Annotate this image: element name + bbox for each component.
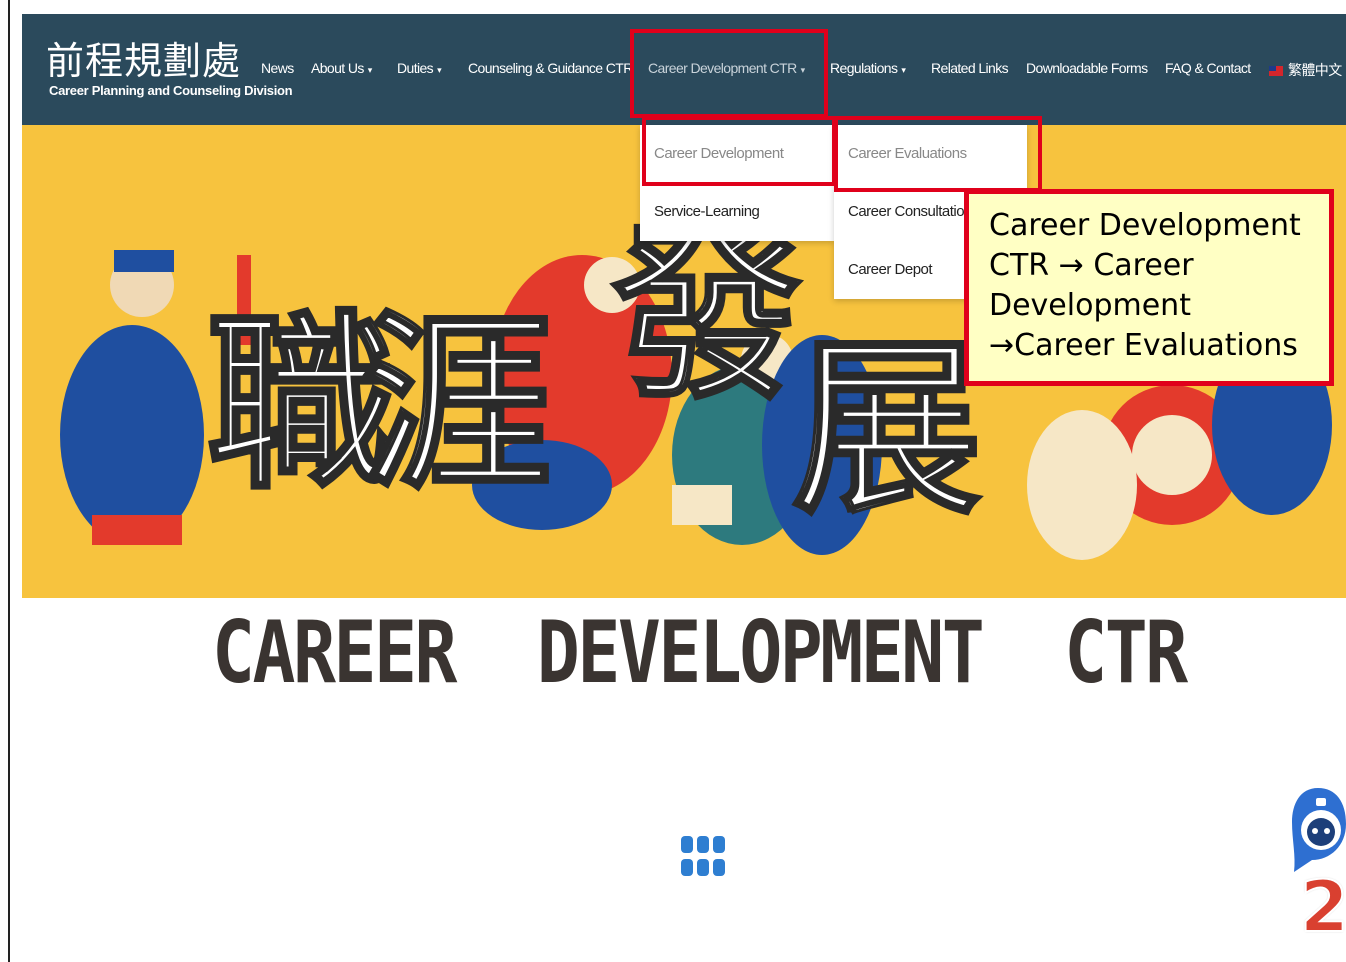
chevron-down-icon: ▾ [437,65,442,75]
nav-duties[interactable]: Duties ▾ [397,60,442,76]
highlight-career-development [642,116,836,186]
chatbot-icon[interactable] [1290,786,1346,872]
nav-about-us[interactable]: About Us ▾ [311,60,372,76]
nav-forms-label: Downloadable Forms [1026,60,1148,76]
chevron-down-icon: ▾ [901,65,906,75]
nav-news-label: News [261,60,294,76]
nav-faq-label: FAQ & Contact [1165,60,1251,76]
nav-about-label: About Us [311,60,364,76]
page-border [8,0,10,962]
grid-menu-icon[interactable] [681,836,725,878]
nav-counseling-label: Counseling & Guidance CTR [468,60,633,76]
nav-downloadable-forms[interactable]: Downloadable Forms [1026,60,1148,76]
nav-regulations-label: Regulations [830,60,898,76]
nav-duties-label: Duties [397,60,434,76]
nav-language-label: 繁體中文 [1288,62,1342,78]
hero-char-4: 展 [792,319,982,540]
nav-language[interactable]: 繁體中文 [1269,60,1342,80]
nav-news[interactable]: News [261,60,294,76]
logo-chinese[interactable]: 前程規劃處 [46,30,241,85]
nav-related-links[interactable]: Related Links [931,60,1009,76]
hero-char-2: 涯 [362,294,552,515]
page-title: CAREER DEVELOPMENT CTR [212,603,1188,703]
nav-regulations[interactable]: Regulations ▾ [830,60,906,76]
step-number-badge: 2 [1299,866,1346,948]
chevron-down-icon: ▾ [367,65,373,75]
logo-english[interactable]: Career Planning and Counseling Division [49,83,293,98]
instruction-callout: Career Development CTR → Career Developm… [964,189,1334,386]
nav-faq-contact[interactable]: FAQ & Contact [1165,60,1251,76]
highlight-career-evaluations [834,116,1042,192]
nav-counseling[interactable]: Counseling & Guidance CTR [468,60,633,76]
menu-item-service-learning[interactable]: Service-Learning [640,183,834,241]
nav-related-links-label: Related Links [931,60,1009,76]
highlight-career-ctr [630,29,828,118]
taiwan-flag-icon [1269,66,1283,77]
